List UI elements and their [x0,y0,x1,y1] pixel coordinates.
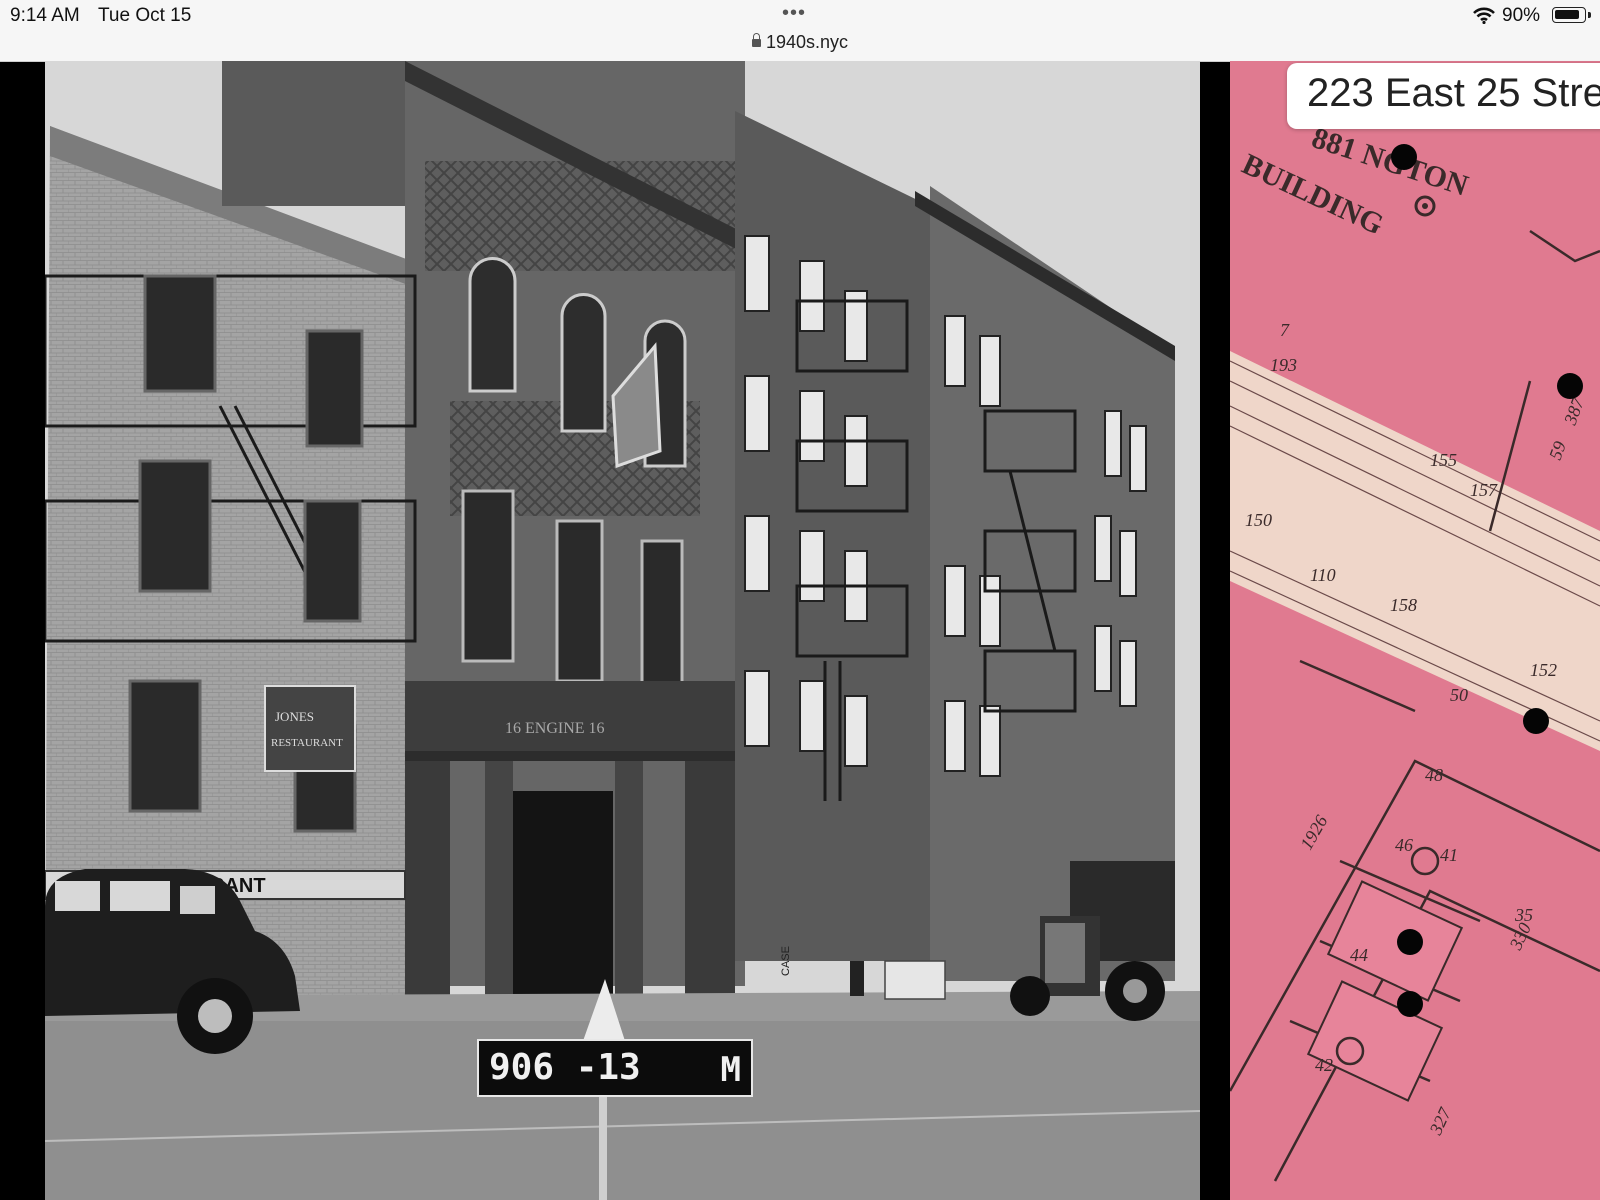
svg-text:42: 42 [1315,1055,1333,1075]
address-label: 223 East 25 Stre [1287,63,1600,129]
map-pin-4[interactable] [1397,929,1423,955]
clock-date: Tue Oct 15 [98,5,192,26]
svg-text:157: 157 [1470,480,1498,500]
svg-text:158: 158 [1390,595,1417,615]
restaurant-sign [264,685,356,772]
garage-door [513,791,613,996]
more-options-icon[interactable]: ••• [782,2,806,25]
side-label: CASE [780,946,792,976]
svg-text:150: 150 [1245,510,1272,530]
svg-text:44: 44 [1350,945,1368,965]
tax-lot-tag: 906 -13 M [477,1039,753,1097]
map-pin-5[interactable] [1397,991,1423,1017]
svg-text:JONES: JONES [275,709,314,724]
photo-illustration: 16 ENGINE 16 JONES RESTAURANT RANT CASE [45,61,1200,1200]
svg-text:50: 50 [1450,685,1468,705]
battery-cap [1588,12,1591,18]
browser-status-bar: 9:14 AM Tue Oct 15 ••• 1940s.nyc 90% [0,0,1600,62]
svg-text:48: 48 [1425,765,1443,785]
tax-lot-letter: M [720,1050,741,1090]
svg-text:7: 7 [1280,320,1290,340]
address-text: 223 East 25 Stre [1307,71,1600,115]
clock-time: 9:14 AM [10,5,80,26]
svg-text:RESTAURANT: RESTAURANT [271,737,343,749]
battery-level-fill [1555,10,1579,19]
tax-lot-number: 906 -13 [489,1047,641,1088]
atlas-map[interactable]: 881 NGTON BUILDING 7 193 155 157 150 110… [1230,61,1600,1200]
address-bar-url: 1940s.nyc [765,32,849,52]
wifi-icon [1473,7,1495,24]
svg-text:46: 46 [1395,835,1413,855]
tax-photo[interactable]: 16 ENGINE 16 JONES RESTAURANT RANT CASE … [45,61,1200,1200]
battery-icon [1552,7,1586,23]
svg-text:41: 41 [1440,845,1458,865]
engine-sign-text: 16 ENGINE 16 [505,720,605,737]
map-pin-1[interactable] [1391,144,1417,170]
fire-hydrant [850,961,864,996]
battery-percent: 90% [1502,5,1541,26]
svg-text:152: 152 [1530,660,1557,680]
svg-text:193: 193 [1270,355,1297,375]
map-pin-2[interactable] [1557,373,1583,399]
address-bar[interactable]: 1940s.nyc [0,32,1600,53]
lock-icon [751,33,761,47]
map-pin-3[interactable] [1523,708,1549,734]
map-illustration: 881 NGTON BUILDING 7 193 155 157 150 110… [1230,61,1600,1200]
svg-text:155: 155 [1430,450,1457,470]
svg-text:110: 110 [1310,565,1336,585]
